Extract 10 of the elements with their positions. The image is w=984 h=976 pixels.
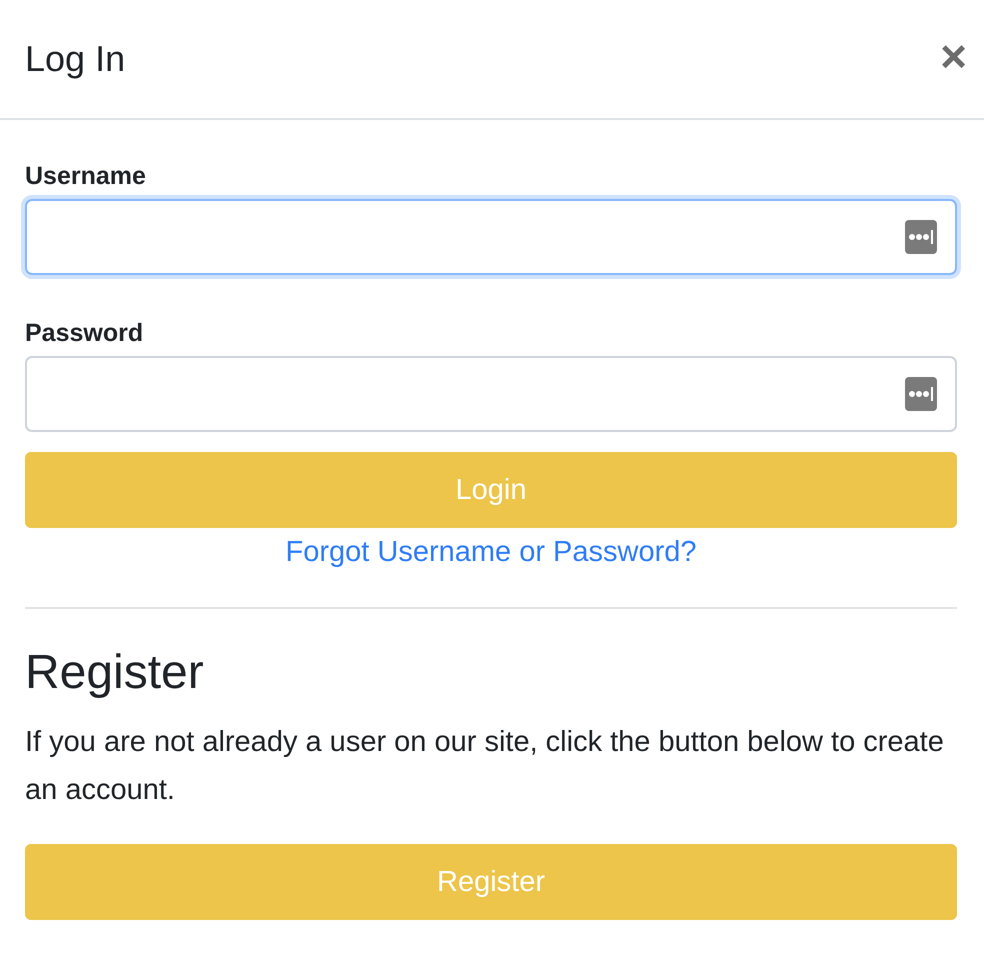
- section-heading: Register: [25, 645, 205, 700]
- dialog-title: Log In: [25, 38, 126, 80]
- field-label: Username: [25, 162, 146, 191]
- forgot-link[interactable]: Forgot Username or Password?: [286, 536, 696, 569]
- input-field[interactable]: [25, 356, 957, 432]
- close-button[interactable]: ×: [940, 33, 967, 79]
- description-text: If you are not already a user on our site, click the button below to create an account.: [25, 725, 945, 808]
- dots-icon[interactable]: [905, 377, 937, 411]
- field-label: Password: [25, 319, 144, 348]
- dots-icon[interactable]: [905, 220, 937, 254]
